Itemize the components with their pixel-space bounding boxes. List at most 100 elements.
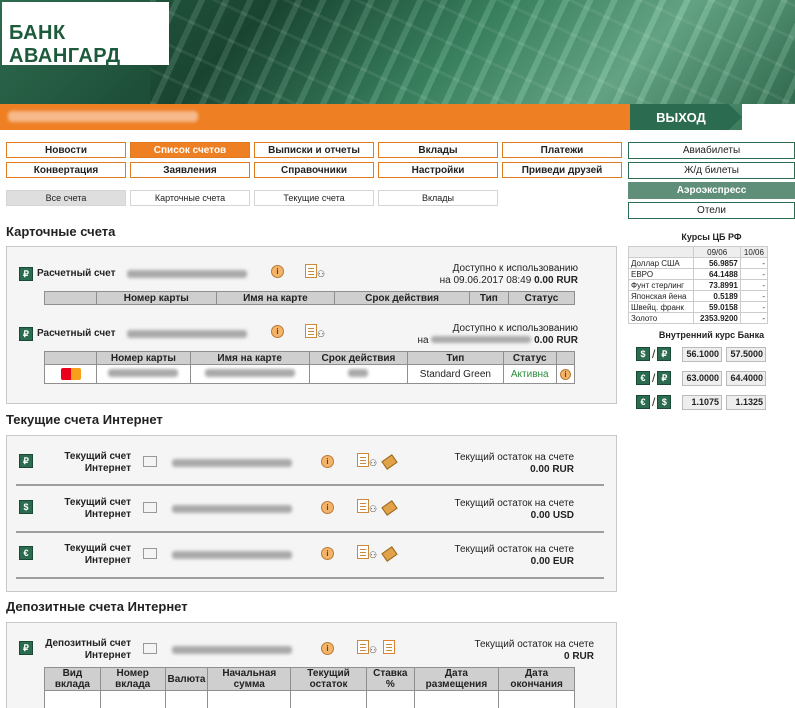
glasses-icon[interactable]: ⚇	[369, 550, 377, 561]
info-icon[interactable]: i	[560, 368, 571, 380]
col-card-type: Тип	[468, 291, 509, 305]
document-icon[interactable]	[357, 640, 369, 654]
col-initial-sum: Начальная сумма	[207, 667, 292, 691]
link-hotels[interactable]: Отели	[628, 202, 795, 219]
col-card-type: Тип	[407, 351, 504, 365]
info-icon[interactable]: i	[321, 501, 334, 514]
glasses-icon[interactable]: ⚇	[317, 329, 325, 340]
link-trains[interactable]: Ж/д билеты	[628, 162, 795, 179]
nav-references[interactable]: Справочники	[254, 162, 374, 178]
info-icon[interactable]: i	[271, 325, 284, 338]
account-number-blurred	[127, 330, 247, 338]
logout-button[interactable]: ВЫХОД	[630, 104, 742, 130]
rest-amount: 0.00 USD	[530, 510, 574, 521]
card-number-blurred	[108, 368, 179, 377]
rates-cb-title: Курсы ЦБ РФ	[681, 232, 742, 242]
col-deposit-type: Вид вклада	[44, 667, 101, 691]
info-icon[interactable]: i	[321, 455, 334, 468]
info-icon[interactable]: i	[321, 547, 334, 560]
dollar-icon: $	[636, 347, 650, 361]
rate-name: ЕВРО	[627, 268, 695, 280]
nav-conversion[interactable]: Конвертация	[6, 162, 126, 178]
computer-icon	[143, 643, 157, 654]
link-flights[interactable]: Авиабилеты	[628, 142, 795, 159]
rate-value-next: -	[739, 312, 769, 324]
card-icon[interactable]	[381, 454, 398, 470]
rest-amount: 0 RUR	[563, 651, 594, 662]
info-icon[interactable]: i	[321, 642, 334, 655]
available-label: Доступно к использованию	[452, 323, 578, 334]
separator	[16, 531, 604, 533]
rest-label: Текущий остаток на счете	[454, 452, 574, 463]
rate-date-1: 09/06	[693, 246, 741, 258]
glasses-icon[interactable]: ⚇	[369, 645, 377, 656]
col-placement-date: Дата размещения	[413, 667, 500, 691]
card-status: Активна	[502, 364, 558, 384]
subtab-current[interactable]: Текущие счета	[254, 190, 374, 206]
account-number-blurred	[127, 270, 247, 278]
available-date: на 09.06.2017 08:49	[439, 275, 532, 286]
document-icon[interactable]	[357, 545, 369, 559]
col-card-status: Статус	[507, 291, 576, 305]
document-icon[interactable]	[305, 324, 317, 338]
nav-applications[interactable]: Заявления	[130, 162, 250, 178]
document-icon[interactable]	[305, 264, 317, 278]
rate-value: 56.9857	[693, 257, 741, 269]
separator	[16, 577, 604, 579]
available-date-amount: на 0.00 RUR	[417, 335, 578, 346]
current-accounts-panel: ₽ Текущий счет Интернет i ⚇ Текущий оста…	[6, 435, 617, 592]
document-icon[interactable]	[357, 453, 369, 467]
rate-name: Золото	[627, 312, 695, 324]
nav-statements[interactable]: Выписки и отчеты	[254, 142, 374, 158]
col-end-date: Дата окончания	[498, 667, 575, 691]
account-number-blurred	[172, 646, 292, 654]
col-card-number: Номер карты	[96, 351, 191, 365]
ruble-icon: ₽	[19, 327, 33, 341]
glasses-icon[interactable]: ⚇	[317, 269, 325, 280]
nav-deposits[interactable]: Вклады	[378, 142, 498, 158]
ruble-icon: ₽	[657, 347, 672, 361]
nav-news[interactable]: Новости	[6, 142, 126, 158]
nav-invite-friends[interactable]: Приведи друзей	[502, 162, 622, 178]
nav-payments[interactable]: Платежи	[502, 142, 622, 158]
subtab-all[interactable]: Все счета	[6, 190, 126, 206]
rate-value: 59.0158	[693, 301, 741, 313]
available-date-amount: на 09.06.2017 08:49 0.00 RUR	[440, 275, 578, 286]
card-icon[interactable]	[381, 546, 398, 562]
card-accounts-title: Карточные счета	[6, 224, 116, 239]
separator	[16, 484, 604, 486]
link-aeroexpress[interactable]: Аэроэкспресс	[628, 182, 795, 199]
rate-value-next: -	[739, 257, 769, 269]
available-amount: 0.00 RUR	[534, 275, 578, 286]
rate-value: 2353.9200	[693, 312, 741, 324]
blank-document-icon[interactable]	[383, 640, 395, 654]
subtab-deposits[interactable]: Вклады	[378, 190, 498, 206]
euro-icon: €	[636, 395, 650, 409]
info-icon[interactable]: i	[271, 265, 284, 278]
card-icon[interactable]	[381, 500, 398, 516]
account-label: Депозитный счет Интернет	[33, 638, 131, 662]
euro-icon: €	[19, 546, 33, 560]
glasses-icon[interactable]: ⚇	[369, 504, 377, 515]
card-expiry-blurred	[348, 368, 369, 377]
bank-rate-buy: 56.1000	[682, 346, 722, 362]
document-icon[interactable]	[357, 499, 369, 513]
nav-accounts-list[interactable]: Список счетов	[130, 142, 250, 158]
subtab-card[interactable]: Карточные счета	[130, 190, 250, 206]
header-background	[150, 0, 795, 104]
account-label-line2: Интернет	[84, 555, 131, 566]
nav-settings[interactable]: Настройки	[378, 162, 498, 178]
bank-rate-sell: 1.1325	[726, 394, 766, 410]
account-label: Текущий счет Интернет	[49, 543, 131, 567]
right-sidebar: Авиабилеты Ж/д билеты Аэроэкспресс Отели	[628, 142, 795, 222]
bank-name: БАНК АВАНГАРД	[9, 22, 121, 67]
col-currency: Валюта	[164, 667, 209, 691]
computer-icon	[143, 456, 157, 467]
glasses-icon[interactable]: ⚇	[369, 458, 377, 469]
rest-amount: 0.00 EUR	[530, 556, 574, 567]
bank-logo[interactable]: БАНК АВАНГАРД	[2, 2, 169, 67]
rate-value: 0.5189	[693, 290, 741, 302]
bank-rate-row: € / $ 1.1075 1.1325	[636, 392, 795, 412]
bank-rate-sell: 64.4000	[726, 370, 766, 386]
deposit-accounts-title: Депозитные счета Интернет	[6, 599, 188, 614]
